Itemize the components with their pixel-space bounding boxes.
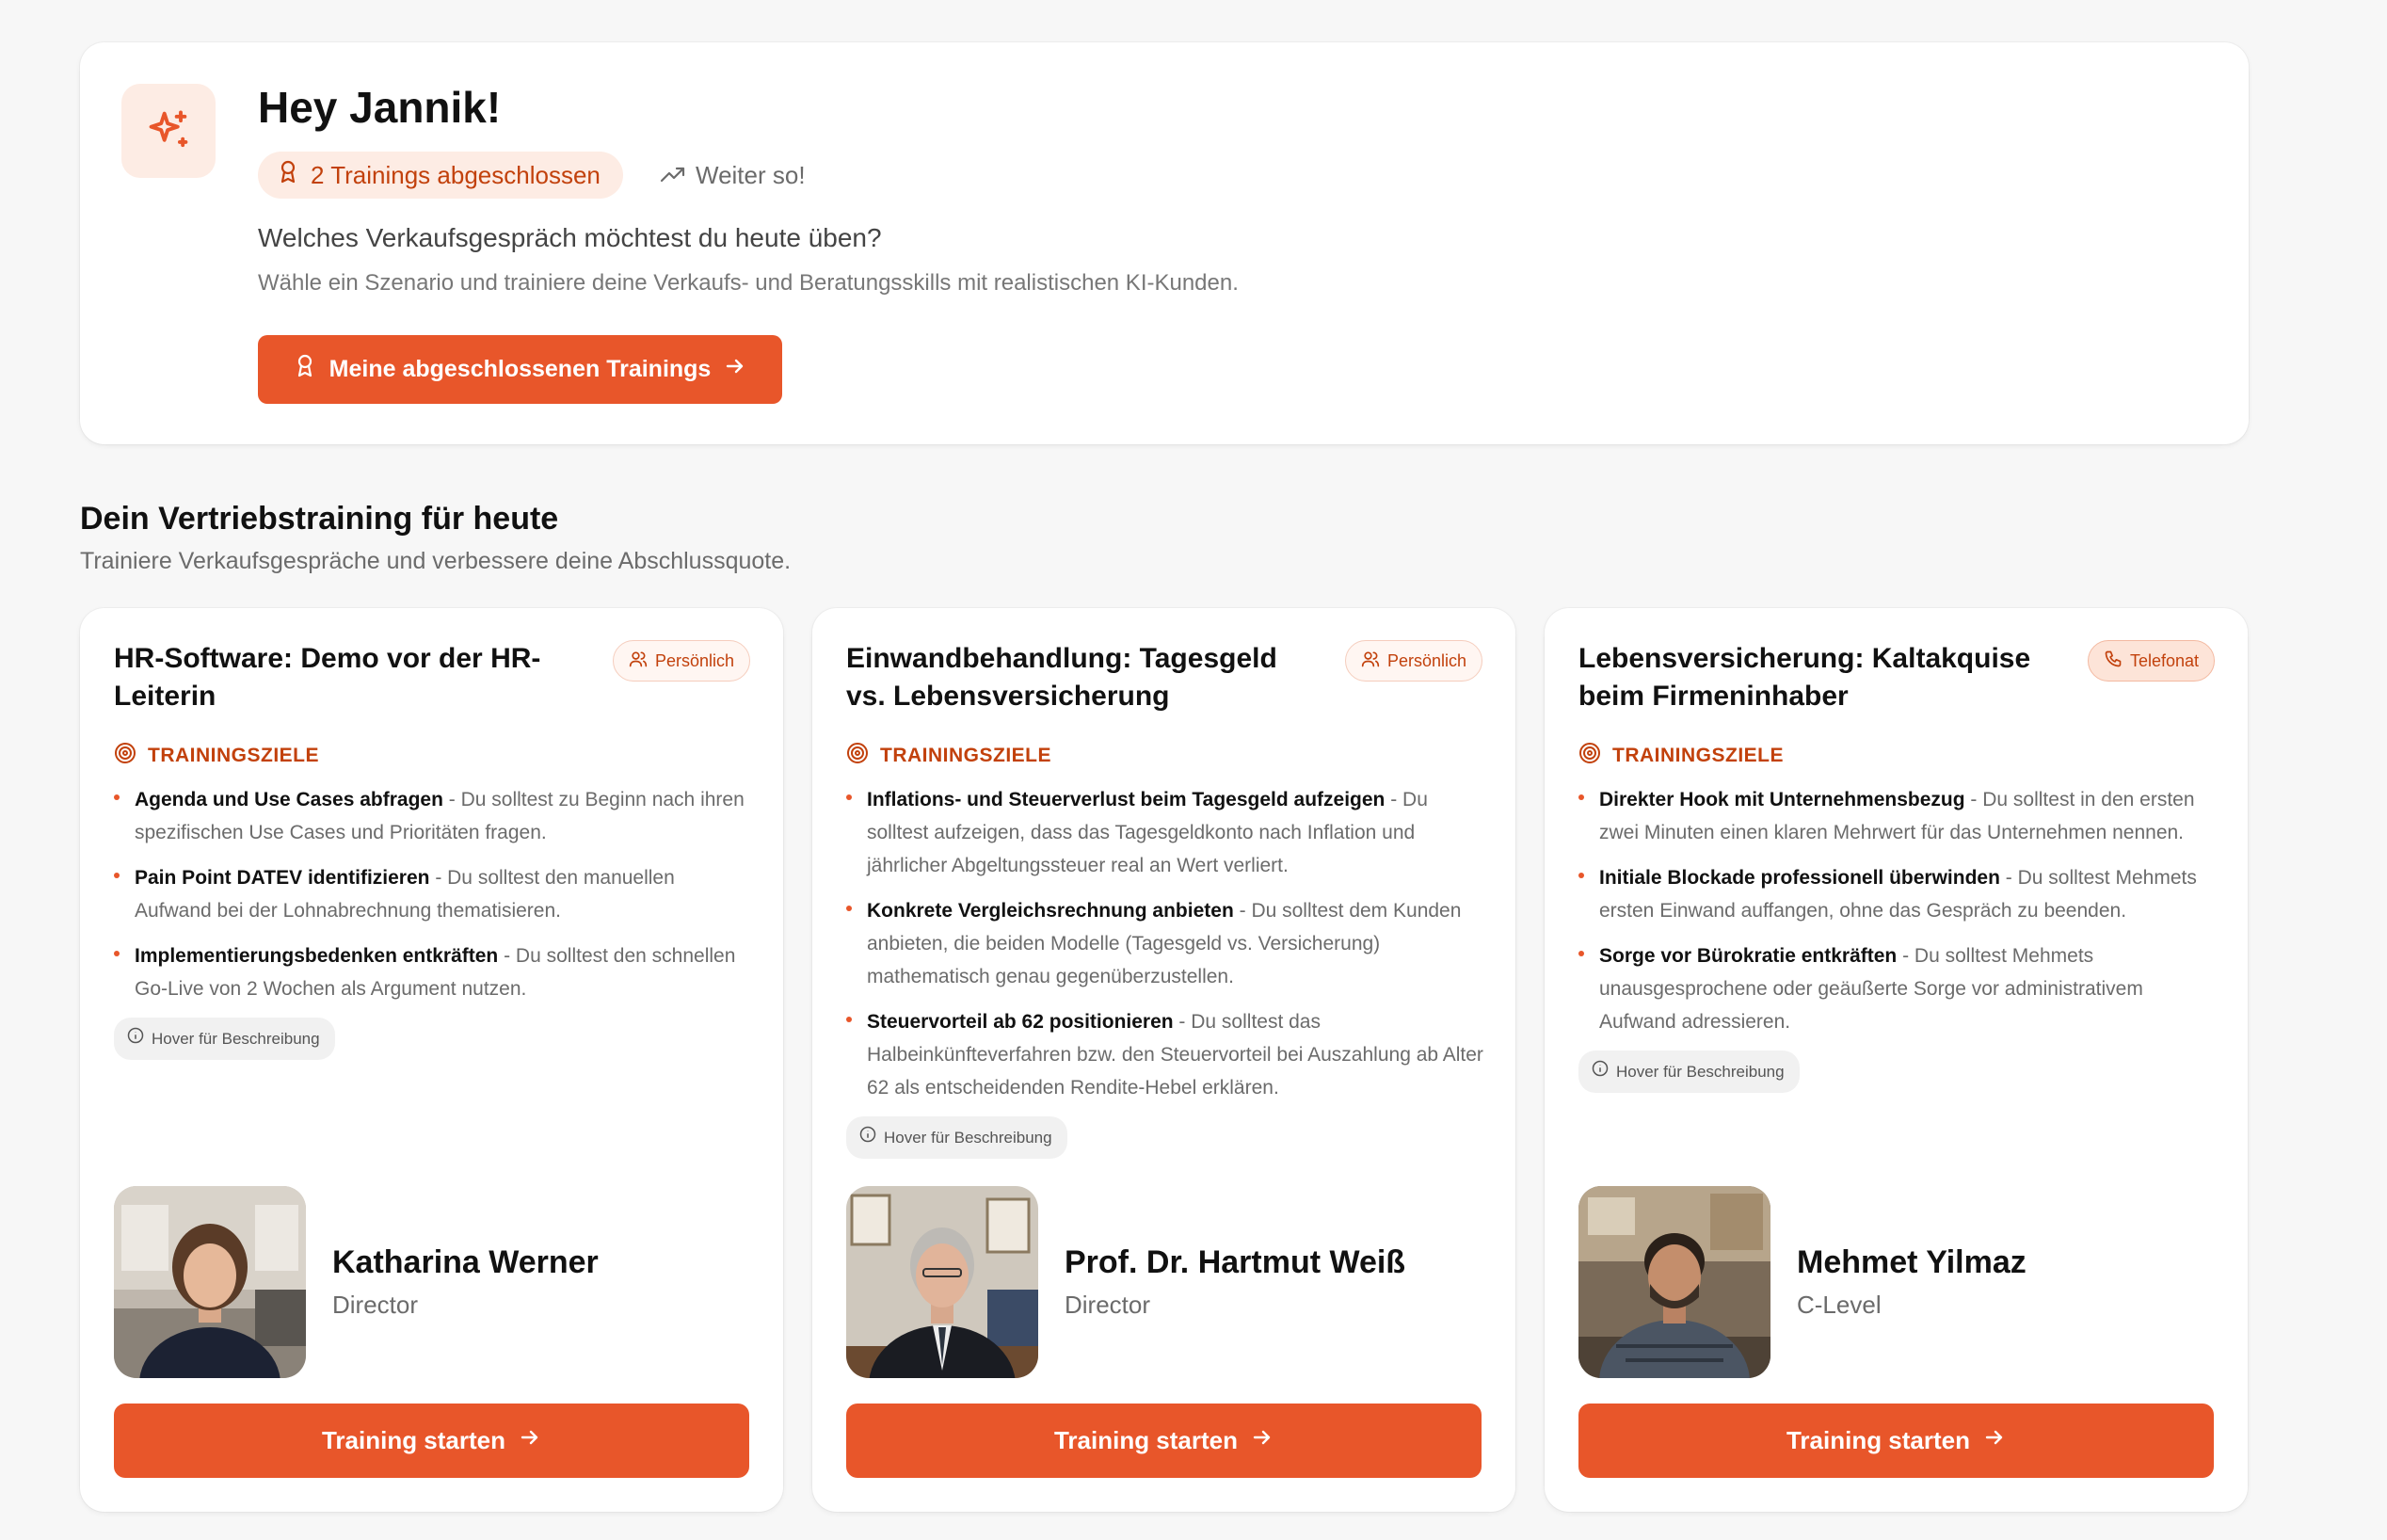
- info-icon: [859, 1121, 876, 1154]
- persona-name: Katharina Werner: [332, 1244, 599, 1280]
- hover-hint-label: Hover für Beschreibung: [1616, 1063, 1785, 1081]
- persona-name: Mehmet Yilmaz: [1797, 1244, 2027, 1280]
- start-training-button[interactable]: Training starten: [114, 1404, 749, 1478]
- persona-role: C-Level: [1797, 1291, 1882, 1319]
- arrow-right-icon: [519, 1426, 541, 1455]
- section-title: Dein Vertriebstraining für heute: [80, 501, 559, 537]
- mode-badge: Persönlich: [1344, 640, 1482, 682]
- sparkles-icon: [121, 84, 216, 178]
- mode-badge: Persönlich: [612, 640, 750, 682]
- avatar: [846, 1186, 1038, 1378]
- completed-trainings-label: 2 Trainings abgeschlossen: [311, 160, 601, 189]
- mode-badge-label: Persönlich: [1386, 650, 1466, 670]
- info-icon: [1592, 1055, 1609, 1088]
- goal-item: Pain Point DATEV identifizieren - Du sol…: [114, 861, 754, 927]
- mode-badge: Telefonat: [2087, 640, 2215, 682]
- start-training-label: Training starten: [1053, 1426, 1239, 1454]
- goals-list: Direkter Hook mit Unternehmensbezug - Du…: [1578, 783, 2219, 1105]
- card-title: HR-Software: Demo vor der HR-Leiterin: [114, 643, 541, 712]
- info-icon: [127, 1022, 144, 1055]
- training-card: Lebensversicherung: Kaltakquise beim Fir…: [1545, 608, 2248, 1512]
- trending-up-icon: [660, 161, 686, 190]
- goal-item: Steuervorteil ab 62 positionieren - Du s…: [846, 1005, 1486, 1104]
- welcome-description: Wähle ein Szenario und trainiere deine V…: [258, 270, 1239, 296]
- start-training-label: Training starten: [1786, 1426, 1971, 1454]
- user-icon: [629, 650, 648, 673]
- hover-hint-label: Hover für Beschreibung: [152, 1030, 320, 1048]
- start-training-button[interactable]: Training starten: [1578, 1404, 2214, 1478]
- hover-hint-row: Hover für Beschreibung: [114, 1018, 754, 1060]
- start-training-button[interactable]: Training starten: [846, 1404, 1482, 1478]
- completed-trainings-button[interactable]: Meine abgeschlossenen Trainings: [258, 335, 782, 404]
- mode-badge-label: Telefonat: [2129, 650, 2199, 670]
- welcome-card: Hey Jannik! 2 Trainings abgeschlossen We…: [80, 42, 2249, 444]
- goals-heading-label: TRAININGSZIELE: [1612, 745, 1785, 766]
- avatar: [114, 1186, 306, 1378]
- goal-title: Steuervorteil ab 62 positionieren: [867, 1011, 1174, 1033]
- award-icon: [294, 353, 316, 386]
- persona: Prof. Dr. Hartmut Weiß Director: [846, 1186, 1405, 1378]
- page: Hey Jannik! 2 Trainings abgeschlossen We…: [0, 0, 2387, 1540]
- goal-item: Implementierungsbedenken entkräften - Du…: [114, 939, 754, 1005]
- goals-heading-label: TRAININGSZIELE: [880, 745, 1052, 766]
- target-icon: [114, 742, 136, 770]
- persona-role: Director: [332, 1291, 419, 1319]
- goal-item: Sorge vor Bürokratie entkräften - Du sol…: [1578, 939, 2219, 1038]
- target-icon: [846, 742, 869, 770]
- goal-title: Sorge vor Bürokratie entkräften: [1599, 945, 1898, 967]
- goal-item: Agenda und Use Cases abfragen - Du sollt…: [114, 783, 754, 849]
- keep-up-message: Weiter so!: [660, 152, 806, 199]
- hover-hint[interactable]: Hover für Beschreibung: [846, 1116, 1067, 1159]
- completed-trainings-badge: 2 Trainings abgeschlossen: [258, 152, 623, 199]
- keep-up-label: Weiter so!: [696, 160, 806, 189]
- welcome-question: Welches Verkaufsgespräch möchtest du heu…: [258, 223, 882, 252]
- hover-hint[interactable]: Hover für Beschreibung: [114, 1018, 335, 1060]
- goals-heading: TRAININGSZIELE: [846, 742, 1051, 770]
- avatar: [1578, 1186, 1770, 1378]
- goal-title: Initiale Blockade professionell überwind…: [1599, 867, 2000, 889]
- persona-name: Prof. Dr. Hartmut Weiß: [1065, 1244, 1406, 1280]
- hover-hint-row: Hover für Beschreibung: [846, 1116, 1486, 1159]
- goals-heading: TRAININGSZIELE: [1578, 742, 1784, 770]
- goal-title: Inflations- und Steuerverlust beim Tages…: [867, 789, 1386, 810]
- goal-title: Konkrete Vergleichsrechnung anbieten: [867, 900, 1234, 922]
- persona: Mehmet Yilmaz C-Level: [1578, 1186, 2027, 1378]
- user-icon: [1361, 650, 1380, 673]
- card-title: Lebensversicherung: Kaltakquise beim Fir…: [1578, 643, 2031, 712]
- training-card: HR-Software: Demo vor der HR-Leiterin Pe…: [80, 608, 783, 1512]
- mode-badge-label: Persönlich: [654, 650, 734, 670]
- training-card: Einwandbehandlung: Tagesgeld vs. Lebensv…: [812, 608, 1515, 1512]
- goals-list: Agenda und Use Cases abfragen - Du sollt…: [114, 783, 754, 1072]
- arrow-right-icon: [1251, 1426, 1274, 1455]
- goal-item: Initiale Blockade professionell überwind…: [1578, 861, 2219, 927]
- award-icon: [277, 159, 299, 192]
- goal-title: Pain Point DATEV identifizieren: [135, 867, 430, 889]
- persona-role: Director: [1065, 1291, 1151, 1319]
- goal-item: Inflations- und Steuerverlust beim Tages…: [846, 783, 1486, 882]
- target-icon: [1578, 742, 1601, 770]
- goals-heading-label: TRAININGSZIELE: [148, 745, 320, 766]
- goal-title: Direkter Hook mit Unternehmensbezug: [1599, 789, 1965, 810]
- goal-item: Direkter Hook mit Unternehmensbezug - Du…: [1578, 783, 2219, 849]
- start-training-label: Training starten: [321, 1426, 506, 1454]
- goal-title: Implementierungsbedenken entkräften: [135, 945, 499, 967]
- hover-hint-label: Hover für Beschreibung: [884, 1129, 1052, 1147]
- goal-item: Konkrete Vergleichsrechnung anbieten - D…: [846, 894, 1486, 993]
- completed-trainings-button-label: Meine abgeschlossenen Trainings: [328, 356, 712, 382]
- hover-hint[interactable]: Hover für Beschreibung: [1578, 1051, 1800, 1093]
- card-title: Einwandbehandlung: Tagesgeld vs. Lebensv…: [846, 643, 1277, 712]
- section-subtitle: Trainiere Verkaufsgespräche und verbesse…: [80, 548, 792, 574]
- hover-hint-row: Hover für Beschreibung: [1578, 1051, 2219, 1093]
- persona: Katharina Werner Director: [114, 1186, 599, 1378]
- goal-title: Agenda und Use Cases abfragen: [135, 789, 443, 810]
- goals-list: Inflations- und Steuerverlust beim Tages…: [846, 783, 1486, 1171]
- phone-icon: [2104, 650, 2123, 673]
- arrow-right-icon: [1983, 1426, 2006, 1455]
- greeting-title: Hey Jannik!: [258, 83, 502, 132]
- goals-heading: TRAININGSZIELE: [114, 742, 319, 770]
- arrow-right-icon: [724, 355, 746, 384]
